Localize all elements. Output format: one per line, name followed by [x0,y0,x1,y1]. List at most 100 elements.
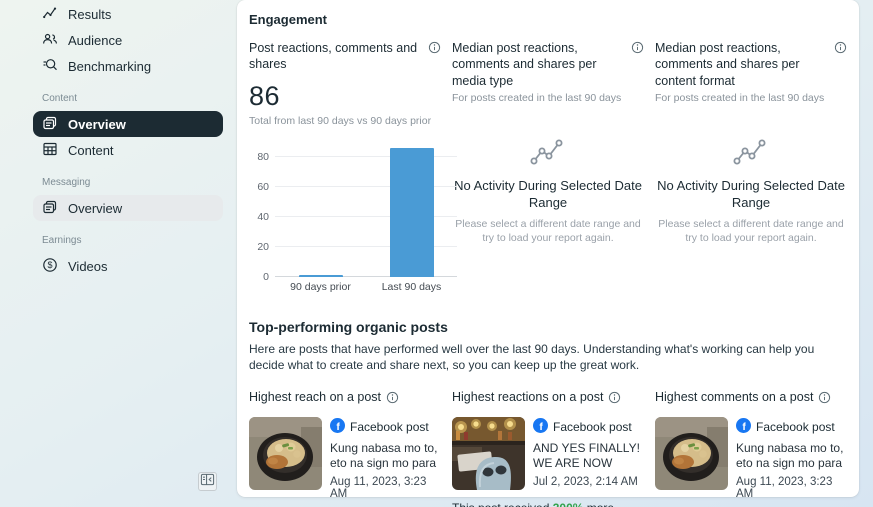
bar-slot [275,145,366,277]
post-source-label: Facebook post [553,420,632,435]
collapse-sidebar-icon [200,472,215,492]
post-meta: f Facebook post AND YES FINALLY! WE ARE … [533,417,644,490]
results-icon [42,5,58,24]
sidebar-section-messaging: Messaging [42,177,91,188]
post-card[interactable]: f Facebook post Kung nabasa mo to, eto n… [655,417,847,500]
audience-icon [42,31,58,50]
insights-panel: Engagement Post reactions, comments and … [237,0,859,507]
sidebar-item-label: Overview [68,116,126,132]
facebook-icon: f [736,418,751,436]
engagement-bar-chart: 0 20 40 60 80 90 days prior Last 90 days [249,145,457,293]
info-icon[interactable] [608,391,621,404]
sidebar: Results Audience Benchmarking Content Ov… [0,0,237,507]
sidebar-item-results[interactable]: Results [33,1,223,27]
post-meta: f Facebook post Kung nabasa mo to, eto n… [736,417,847,500]
y-axis-tick: 40 [257,210,269,223]
stat-subtitle: For posts created in the last 90 days [655,91,825,104]
post-meta: f Facebook post Kung nabasa mo to, eto n… [330,417,441,500]
stat-subtitle: Total from last 90 days vs 90 days prior [249,114,432,127]
y-axis-tick: 60 [257,180,269,193]
y-axis-tick: 0 [263,270,269,283]
no-activity-icon [733,139,769,169]
info-icon[interactable] [428,41,441,54]
stat-value: 86 [249,80,281,111]
post-thumbnail-food-bowl[interactable] [249,417,322,491]
sidebar-item-audience[interactable]: Audience [33,27,223,53]
stat-median-media-type: Median post reactions, comments and shar… [452,40,644,293]
stat-title: Post reactions, comments and shares [249,41,418,72]
top-posts-title: Top-performing organic posts [249,318,448,335]
sidebar-section-content: Content [42,93,78,104]
engagement-section-title: Engagement [249,12,328,27]
empty-state-title: No Activity During Selected Date Range [657,177,845,210]
top-post-highest-reactions: Highest reactions on a post f Facebook p… [452,390,644,507]
overview-icon [42,199,58,218]
info-icon[interactable] [834,41,847,54]
collapse-sidebar-button[interactable] [198,472,217,491]
post-caption: Kung nabasa mo to, eto na sign mo para m… [736,441,844,471]
bar-chart-xlabels: 90 days prior Last 90 days [275,281,457,293]
bar-last-90-days [389,147,434,277]
bar-slot [366,145,457,277]
bar-chart-plot: 0 20 40 60 80 [257,145,457,283]
post-thumbnail-restaurant[interactable] [452,417,525,491]
overview-icon [42,115,58,134]
facebook-icon: f [330,418,345,436]
svg-text:f: f [336,422,340,433]
metric-title: Highest reactions on a post [452,390,604,405]
info-icon[interactable] [631,41,644,54]
post-footnote: This post received 300% more reactions (… [452,501,644,507]
sidebar-item-label: Content [68,142,114,158]
post-caption: AND YES FINALLY! WE ARE NOW RELOCATED AN… [533,441,640,471]
top-posts-grid: Highest reach on a post f Facebook post … [249,390,847,507]
post-thumbnail-food-bowl[interactable] [655,417,728,491]
post-date: Jul 2, 2023, 2:14 AM [533,476,638,489]
bar-90-days-prior [298,275,343,277]
empty-state-message: Please select a different date range and… [455,217,641,244]
top-posts-section: Top-performing organic posts Here are po… [249,319,847,507]
sidebar-item-videos[interactable]: $ Videos [33,253,223,279]
info-icon[interactable] [818,391,831,404]
top-posts-description: Here are posts that have performed well … [249,341,815,373]
stat-title: Median post reactions, comments and shar… [655,41,800,88]
post-card[interactable]: f Facebook post AND YES FINALLY! WE ARE … [452,417,644,491]
sidebar-item-label: Overview [68,200,123,216]
engagement-stats: Post reactions, comments and shares 86 T… [249,40,847,293]
benchmarking-icon [42,57,58,76]
x-axis-label: 90 days prior [290,280,351,293]
y-axis-tick: 80 [257,150,269,163]
sidebar-item-label: Videos [68,258,108,274]
empty-state: No Activity During Selected Date Range P… [655,138,847,245]
svg-text:f: f [539,422,543,433]
empty-state-title: No Activity During Selected Date Range [454,177,642,210]
post-source-label: Facebook post [350,420,429,435]
svg-text:f: f [742,422,746,433]
sidebar-item-label: Results [68,6,112,22]
post-source-label: Facebook post [756,420,835,435]
metric-title: Highest reach on a post [249,390,382,405]
sidebar-item-benchmarking[interactable]: Benchmarking [33,53,223,79]
empty-state-message: Please select a different date range and… [658,217,844,244]
sidebar-section-earnings: Earnings [42,235,82,246]
post-date: Aug 11, 2023, 3:23 AM [736,476,833,501]
metric-title: Highest comments on a post [655,390,814,405]
svg-text:$: $ [47,260,52,270]
dollar-circle-icon: $ [42,257,58,276]
top-post-highest-comments: Highest comments on a post f Facebook po… [655,390,847,507]
post-card[interactable]: f Facebook post Kung nabasa mo to, eto n… [249,417,441,500]
y-axis-tick: 20 [257,240,269,253]
info-icon[interactable] [386,391,399,404]
stat-title: Median post reactions, comments and shar… [452,41,597,88]
sidebar-item-label: Audience [68,32,123,48]
sidebar-item-content-content[interactable]: Content [33,137,223,163]
sidebar-item-messaging-overview[interactable]: Overview [33,195,223,221]
sidebar-item-content-overview[interactable]: Overview [33,111,223,137]
content-table-icon [42,141,58,160]
no-activity-icon [530,139,566,169]
stat-subtitle: For posts created in the last 90 days [452,91,622,104]
facebook-icon: f [533,418,548,436]
sidebar-item-label: Benchmarking [68,58,152,74]
stat-median-content-format: Median post reactions, comments and shar… [655,40,847,293]
post-caption: Kung nabasa mo to, eto na sign mo para m… [330,441,438,471]
post-date: Aug 11, 2023, 3:23 AM [330,476,427,501]
